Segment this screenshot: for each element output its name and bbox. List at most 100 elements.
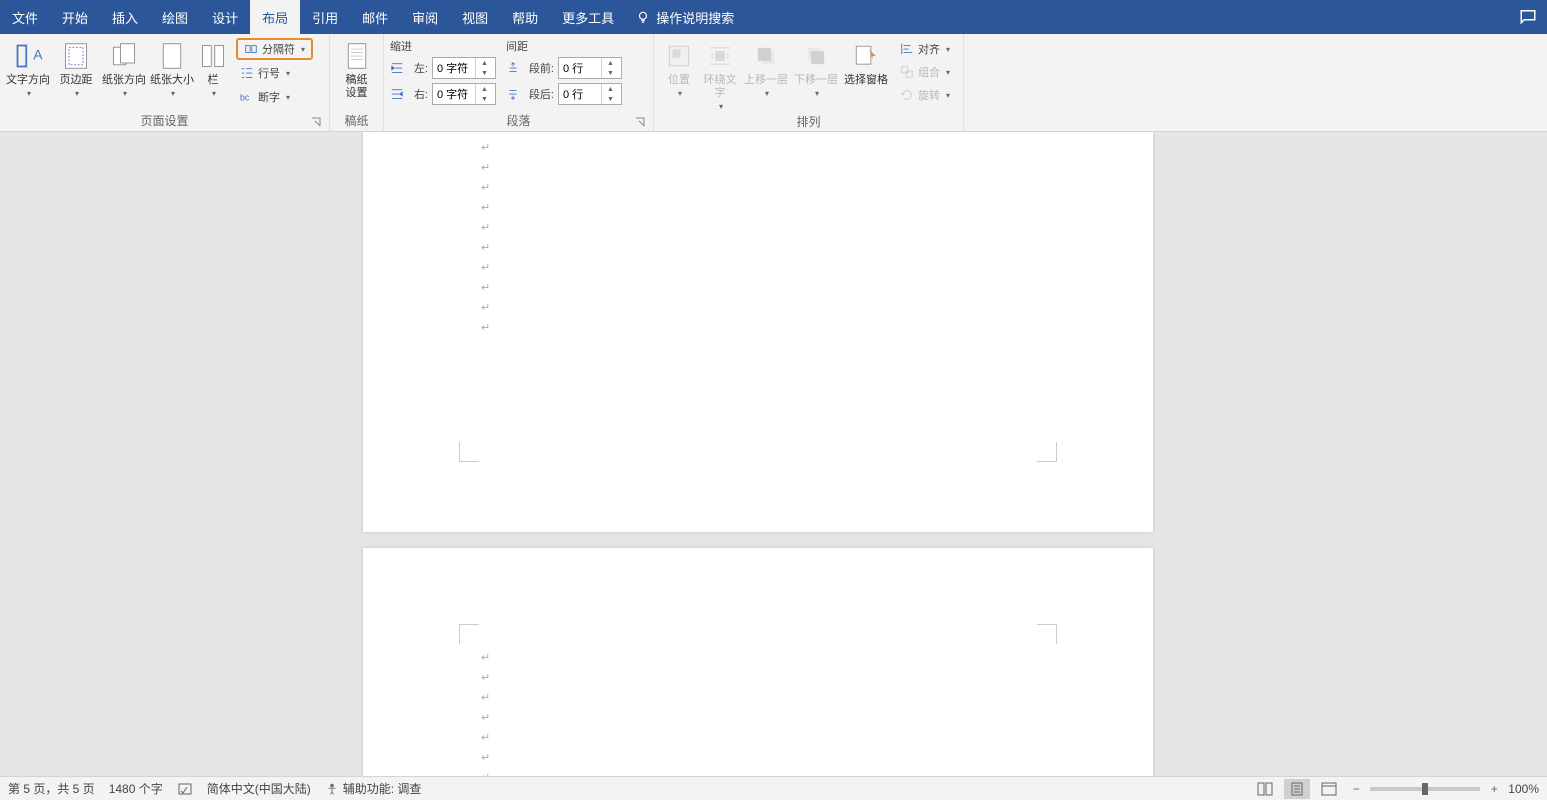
selection-pane-icon [850, 40, 882, 72]
line-numbers-button[interactable]: 行号 ▾ [236, 62, 313, 84]
group-objects-label: 组合 [918, 64, 940, 80]
zoom-slider-thumb[interactable] [1422, 783, 1428, 795]
tab-review[interactable]: 审阅 [400, 0, 450, 34]
manuscript-group-label: 稿纸 [344, 112, 368, 129]
align-button[interactable]: 对齐 ▾ [898, 38, 952, 60]
send-backward-button: 下移一层 ▾ [792, 38, 840, 113]
chevron-down-icon: ▾ [765, 89, 769, 98]
indent-right-input[interactable] [433, 88, 475, 100]
indent-left-input[interactable] [433, 62, 475, 74]
space-before-input[interactable] [559, 62, 601, 74]
chevron-down-icon: ▾ [301, 45, 305, 54]
indent-left-spinbox[interactable]: ▲▼ [432, 57, 496, 79]
bring-forward-icon [750, 40, 782, 72]
chevron-down-icon: ▾ [678, 89, 682, 98]
chevron-down-icon: ▾ [75, 89, 79, 98]
read-mode-button[interactable] [1252, 779, 1278, 799]
line-numbers-icon [240, 66, 254, 80]
orientation-button[interactable]: 纸张方向 ▾ [102, 38, 146, 100]
send-backward-icon [800, 40, 832, 72]
wrap-text-icon [704, 40, 736, 72]
spin-up[interactable]: ▲ [602, 58, 619, 68]
hyphenation-label: 断字 [258, 89, 280, 105]
selection-pane-label: 选择窗格 [844, 74, 888, 87]
paragraph-dialog-launcher[interactable] [633, 115, 647, 129]
indent-right-spinbox[interactable]: ▲▼ [432, 83, 496, 105]
zoom-out-button[interactable]: − [1348, 782, 1364, 796]
word-count[interactable]: 1480 个字 [109, 780, 163, 797]
proofing-icon[interactable] [177, 781, 193, 797]
tab-more-tools[interactable]: 更多工具 [550, 0, 626, 34]
hyphenation-button[interactable]: bc 断字 ▾ [236, 86, 313, 108]
chevron-down-icon: ▾ [212, 89, 216, 98]
document-area[interactable]: ↵↵↵↵↵↵↵↵↵↵ ↵↵↵↵↵↵↵↵↵↵↵ [0, 132, 1547, 776]
indent-right-label: 右: [408, 86, 428, 102]
tab-help[interactable]: 帮助 [500, 0, 550, 34]
space-before-icon [506, 61, 520, 75]
svg-text:bc: bc [240, 93, 250, 103]
align-icon [900, 42, 914, 56]
tell-me-search[interactable]: 操作说明搜索 [626, 0, 744, 34]
zoom-slider[interactable] [1370, 787, 1480, 791]
spin-down[interactable]: ▼ [602, 68, 619, 78]
zoom-level[interactable]: 100% [1508, 782, 1539, 796]
size-button[interactable]: 纸张大小 ▾ [150, 38, 194, 100]
zoom-in-button[interactable]: + [1486, 782, 1502, 796]
orientation-icon [108, 40, 140, 72]
position-icon [663, 40, 695, 72]
accessibility-status[interactable]: 辅助功能: 调查 [325, 780, 422, 797]
tab-mailings[interactable]: 邮件 [350, 0, 400, 34]
tab-home[interactable]: 开始 [50, 0, 100, 34]
page-setup-dialog-launcher[interactable] [309, 115, 323, 129]
position-label: 位置 [668, 74, 690, 87]
group-icon [900, 65, 914, 79]
spin-up[interactable]: ▲ [602, 84, 619, 94]
wrap-text-label: 环绕文 字 [704, 74, 737, 100]
space-after-input[interactable] [559, 88, 601, 100]
margin-corner [459, 442, 479, 462]
language-status[interactable]: 简体中文(中国大陆) [207, 780, 311, 797]
tab-references[interactable]: 引用 [300, 0, 350, 34]
chevron-down-icon: ▾ [123, 89, 127, 98]
bring-forward-button: 上移一层 ▾ [742, 38, 790, 113]
tab-insert[interactable]: 插入 [100, 0, 150, 34]
selection-pane-button[interactable]: 选择窗格 [842, 38, 890, 113]
bring-forward-label: 上移一层 [744, 74, 788, 87]
columns-button[interactable]: 栏 ▾ [198, 38, 228, 100]
print-layout-button[interactable] [1284, 779, 1310, 799]
space-before-spinbox[interactable]: ▲▼ [558, 57, 622, 79]
web-layout-button[interactable] [1316, 779, 1342, 799]
paragraph-group-label: 段落 [506, 112, 530, 129]
tab-design[interactable]: 设计 [200, 0, 250, 34]
tab-draw[interactable]: 绘图 [150, 0, 200, 34]
page-5[interactable]: ↵↵↵↵↵↵↵↵↵↵↵ [363, 548, 1153, 776]
page-4[interactable]: ↵↵↵↵↵↵↵↵↵↵ [363, 132, 1153, 532]
spin-down[interactable]: ▼ [476, 68, 493, 78]
group-paragraph: 缩进 左: ▲▼ 右: ▲▼ [384, 34, 654, 131]
manuscript-settings-button[interactable]: 稿纸 设置 [336, 38, 377, 102]
page-info[interactable]: 第 5 页，共 5 页 [8, 780, 95, 797]
tab-view[interactable]: 视图 [450, 0, 500, 34]
spin-down[interactable]: ▼ [602, 94, 619, 104]
space-after-icon [506, 87, 520, 101]
tab-layout[interactable]: 布局 [250, 0, 300, 34]
tab-file[interactable]: 文件 [0, 0, 50, 34]
margins-button[interactable]: 页边距 ▾ [54, 38, 98, 100]
chevron-down-icon: ▾ [286, 69, 290, 78]
breaks-button[interactable]: 分隔符 ▾ [236, 38, 313, 60]
text-direction-button[interactable]: A 文字方向 ▾ [6, 38, 50, 100]
spin-up[interactable]: ▲ [476, 84, 493, 94]
hyphenation-icon: bc [240, 90, 254, 104]
paragraph-marks: ↵↵↵↵↵↵↵↵↵↵↵ [481, 648, 490, 776]
indent-left-icon [390, 61, 404, 75]
send-backward-label: 下移一层 [794, 74, 838, 87]
group-page-setup: A 文字方向 ▾ 页边距 ▾ 纸张方向 ▾ 纸张大小 ▾ 栏 [0, 34, 330, 131]
spin-up[interactable]: ▲ [476, 58, 493, 68]
margin-corner [459, 624, 479, 644]
chevron-down-icon: ▾ [27, 89, 31, 98]
spin-down[interactable]: ▼ [476, 94, 493, 104]
space-after-spinbox[interactable]: ▲▼ [558, 83, 622, 105]
margin-corner [1037, 624, 1057, 644]
orientation-label: 纸张方向 [102, 74, 146, 87]
feedback-icon[interactable] [1519, 7, 1537, 25]
